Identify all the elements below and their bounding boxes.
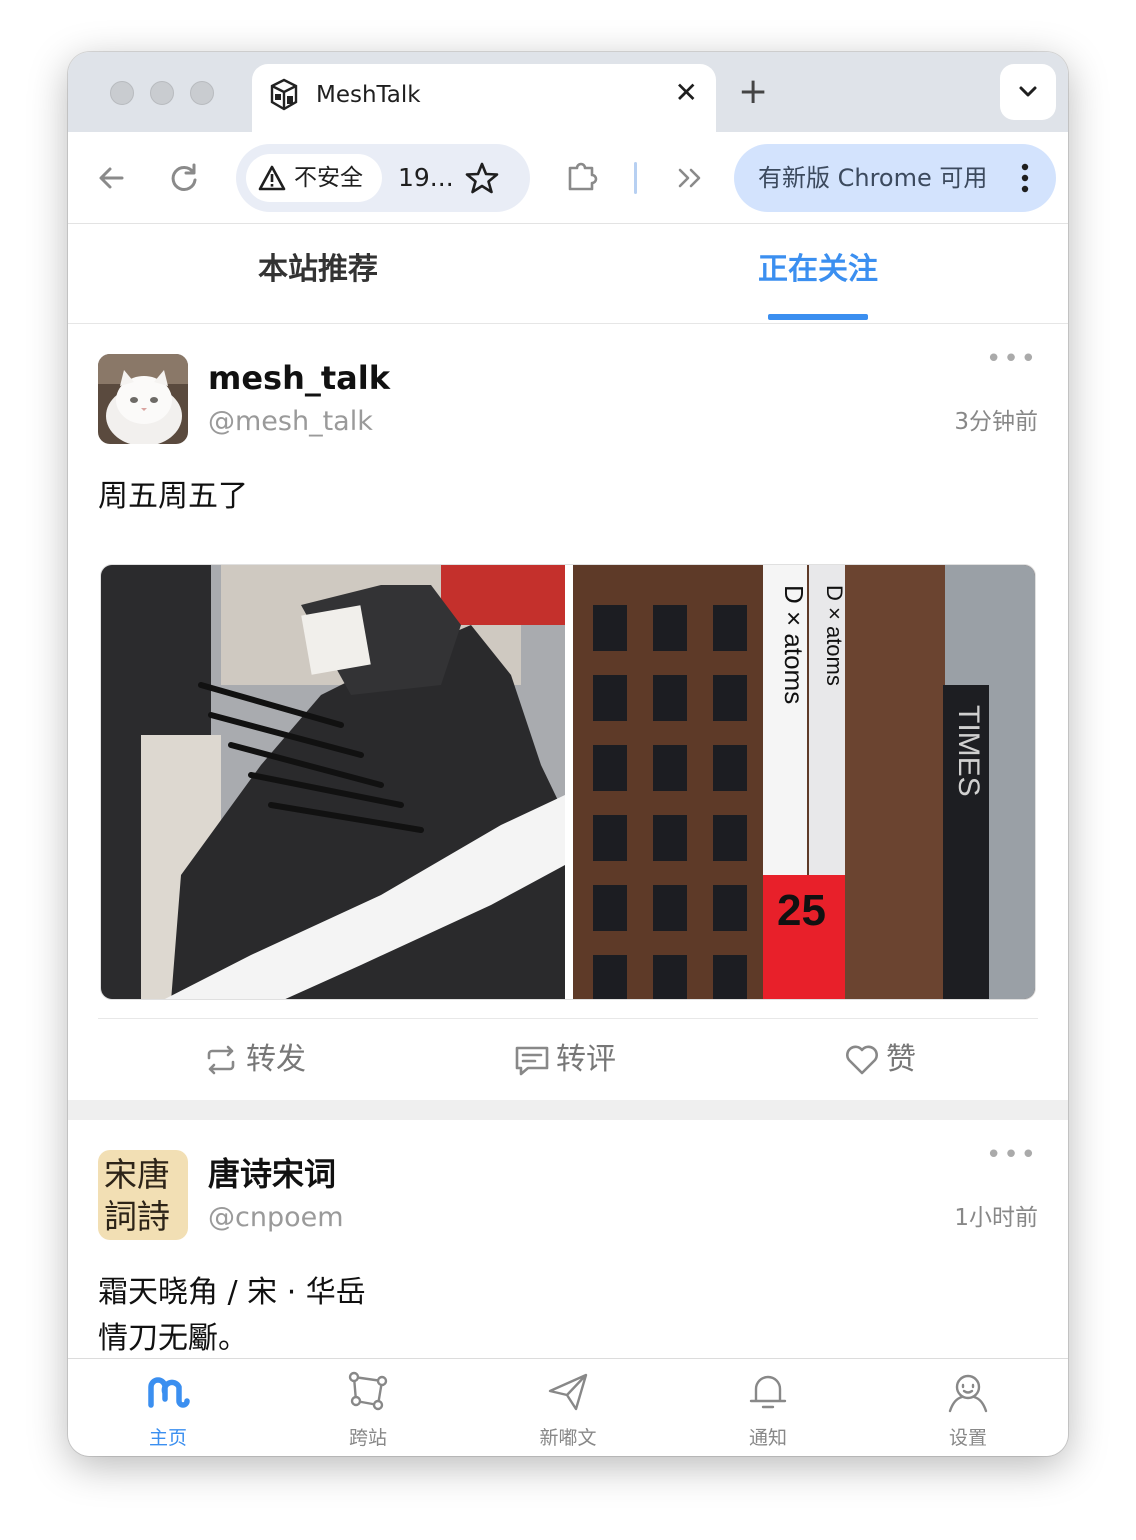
like-button[interactable]: 赞: [844, 1040, 944, 1080]
security-label: 不安全: [294, 165, 363, 191]
media-gap: [565, 565, 573, 999]
bell-icon: [749, 1375, 787, 1409]
repost-button[interactable]: 转发: [204, 1040, 324, 1080]
author-name[interactable]: 唐诗宋词: [208, 1154, 336, 1194]
post-content: 霜天晓角 / 宋 · 华岳 情刀无斸。: [98, 1275, 366, 1356]
like-label: 赞: [886, 1042, 916, 1077]
comment-button[interactable]: 转评: [514, 1040, 634, 1080]
bookmark-star-icon[interactable]: [464, 160, 500, 196]
avatar[interactable]: 宋唐 詞詩: [98, 1150, 188, 1240]
media-gallery: D × atoms D × atoms 25 TIMES: [100, 564, 1036, 1000]
comment-label: 转评: [556, 1042, 616, 1077]
avatar-calligraphy-line: 詞詩: [104, 1197, 170, 1236]
address-bar[interactable]: 不安全 19...: [236, 144, 530, 212]
svg-text:TIMES: TIMES: [952, 705, 985, 797]
author-handle[interactable]: @cnpoem: [208, 1200, 344, 1236]
window-zoom-button[interactable]: [190, 81, 214, 105]
timeline-tabs: 本站推荐 正在关注: [68, 224, 1068, 324]
tab-recommended[interactable]: 本站推荐: [168, 250, 468, 290]
more-options-icon[interactable]: •••: [986, 1140, 1038, 1170]
active-tab-indicator: [768, 314, 868, 320]
nav-federation[interactable]: 跨站: [268, 1359, 468, 1456]
nav-label: 通知: [748, 1427, 787, 1449]
window-close-button[interactable]: [110, 81, 134, 105]
back-arrow-icon[interactable]: [94, 160, 130, 196]
action-divider: [98, 1018, 1038, 1019]
tab-search-button[interactable]: [1000, 64, 1056, 120]
paper-plane-icon: [548, 1373, 588, 1411]
browser-toolbar: 不安全 19... 有新版 Chrome 可用: [68, 132, 1068, 224]
post-content: 周五周五了: [98, 479, 248, 514]
reload-icon[interactable]: [166, 160, 202, 196]
kebab-menu-icon[interactable]: [1020, 162, 1030, 194]
tab-strip: MeshTalk ✕ +: [68, 52, 1068, 132]
nav-compose[interactable]: 新嘟文: [468, 1359, 668, 1456]
browser-window: MeshTalk ✕ + 不安全 19... 有新版 Chrome 可用 本站推…: [68, 52, 1068, 1456]
meshtalk-logo-icon: [148, 1377, 190, 1408]
bottom-navigation: 主页 跨站 新嘟文 通知 设置: [68, 1358, 1068, 1456]
author-handle[interactable]: @mesh_talk: [208, 404, 373, 440]
security-chip[interactable]: 不安全: [246, 154, 382, 202]
comment-icon: [515, 1046, 549, 1076]
post-timestamp[interactable]: 3分钟前: [954, 404, 1038, 440]
times-square-photo[interactable]: D × atoms D × atoms 25 TIMES: [573, 565, 1036, 1000]
author-name[interactable]: mesh_talk: [208, 358, 390, 398]
double-chevron-right-icon[interactable]: [672, 160, 708, 196]
window-minimize-button[interactable]: [150, 81, 174, 105]
svg-text:25: 25: [777, 886, 826, 935]
tab-following[interactable]: 正在关注: [668, 250, 968, 290]
user-settings-icon: [948, 1374, 988, 1413]
cat-avatar-image: [98, 354, 188, 444]
extensions-puzzle-icon[interactable]: [564, 158, 600, 194]
avatar[interactable]: [98, 354, 188, 444]
nav-home[interactable]: 主页: [68, 1359, 268, 1456]
svg-text:D × atoms: D × atoms: [779, 585, 809, 704]
post-timestamp[interactable]: 1小时前: [954, 1200, 1038, 1236]
heart-icon: [846, 1045, 878, 1075]
chevron-down-icon: [1019, 86, 1037, 97]
more-options-icon[interactable]: •••: [986, 344, 1038, 374]
nav-notifications[interactable]: 通知: [668, 1359, 868, 1456]
sneaker-photo[interactable]: [101, 565, 565, 1000]
toolbar-divider: [634, 162, 637, 194]
federation-icon: [348, 1371, 388, 1411]
tab-close-icon[interactable]: ✕: [675, 76, 698, 110]
repost-icon: [207, 1045, 235, 1075]
nav-settings[interactable]: 设置: [868, 1359, 1068, 1456]
chrome-update-button[interactable]: 有新版 Chrome 可用: [734, 144, 1056, 212]
avatar-calligraphy-line: 宋唐: [104, 1155, 170, 1194]
nav-label: 新嘟文: [539, 1427, 597, 1449]
tab-title: MeshTalk: [316, 82, 421, 108]
update-label: 有新版 Chrome 可用: [758, 164, 988, 192]
nav-label: 设置: [948, 1427, 987, 1449]
nav-label: 主页: [148, 1427, 187, 1449]
meshtalk-favicon-icon: [270, 78, 298, 111]
repost-label: 转发: [246, 1042, 306, 1077]
timeline-feed[interactable]: mesh_talk @mesh_talk 3分钟前 ••• 周五周五了 D × …: [68, 324, 1068, 1358]
post-card: 宋唐 詞詩 唐诗宋词 @cnpoem 1小时前 ••• 霜天晓角 / 宋 · 华…: [68, 1120, 1068, 1358]
post-card: mesh_talk @mesh_talk 3分钟前 ••• 周五周五了 D × …: [68, 324, 1068, 1100]
browser-tab-meshtalk[interactable]: MeshTalk ✕: [252, 64, 716, 132]
warning-icon: [258, 165, 286, 191]
url-text[interactable]: 19...: [398, 161, 454, 195]
svg-text:D × atoms: D × atoms: [822, 585, 847, 686]
new-tab-button[interactable]: +: [738, 72, 768, 112]
nav-label: 跨站: [348, 1427, 387, 1449]
